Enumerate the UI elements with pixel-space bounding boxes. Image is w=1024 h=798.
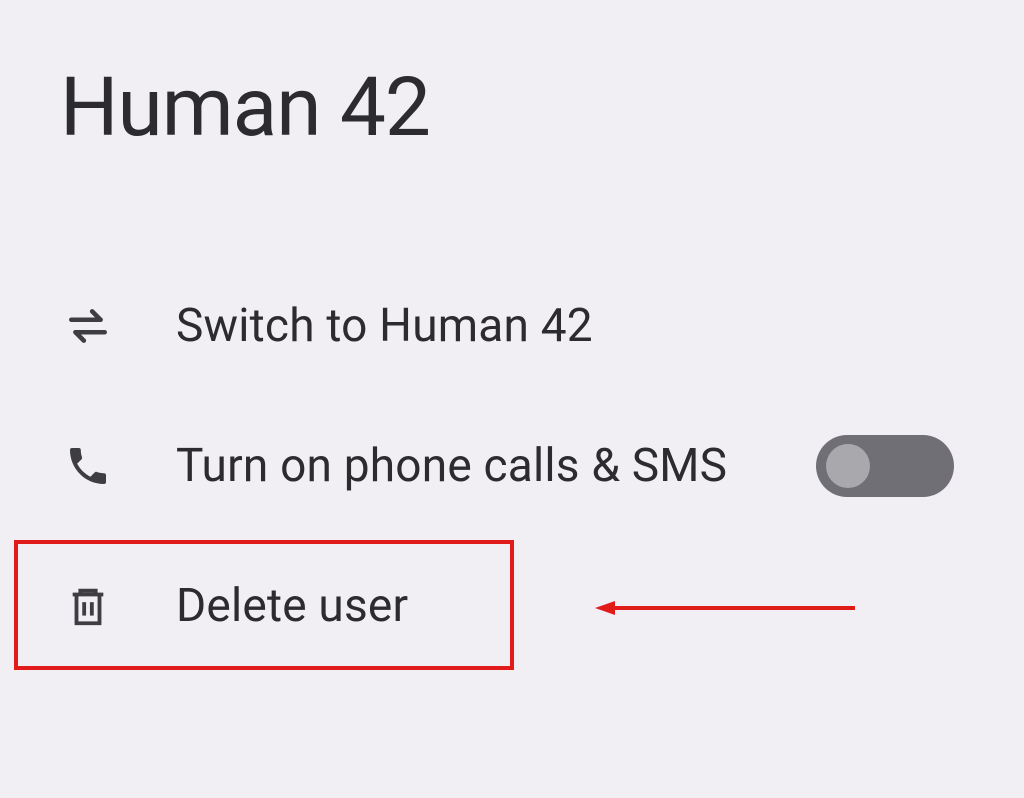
trash-icon: [60, 578, 116, 634]
page-title: Human 42: [60, 60, 964, 156]
phone-sms-row[interactable]: Turn on phone calls & SMS: [60, 396, 964, 536]
toggle-knob: [826, 444, 870, 488]
switch-user-row[interactable]: Switch to Human 42: [60, 256, 964, 396]
phone-icon: [60, 438, 116, 494]
delete-user-row[interactable]: Delete user: [60, 536, 964, 676]
switch-user-label: Switch to Human 42: [176, 299, 964, 353]
phone-sms-toggle[interactable]: [816, 435, 954, 497]
delete-user-label: Delete user: [176, 579, 964, 633]
phone-sms-label: Turn on phone calls & SMS: [176, 439, 816, 493]
swap-icon: [60, 298, 116, 354]
